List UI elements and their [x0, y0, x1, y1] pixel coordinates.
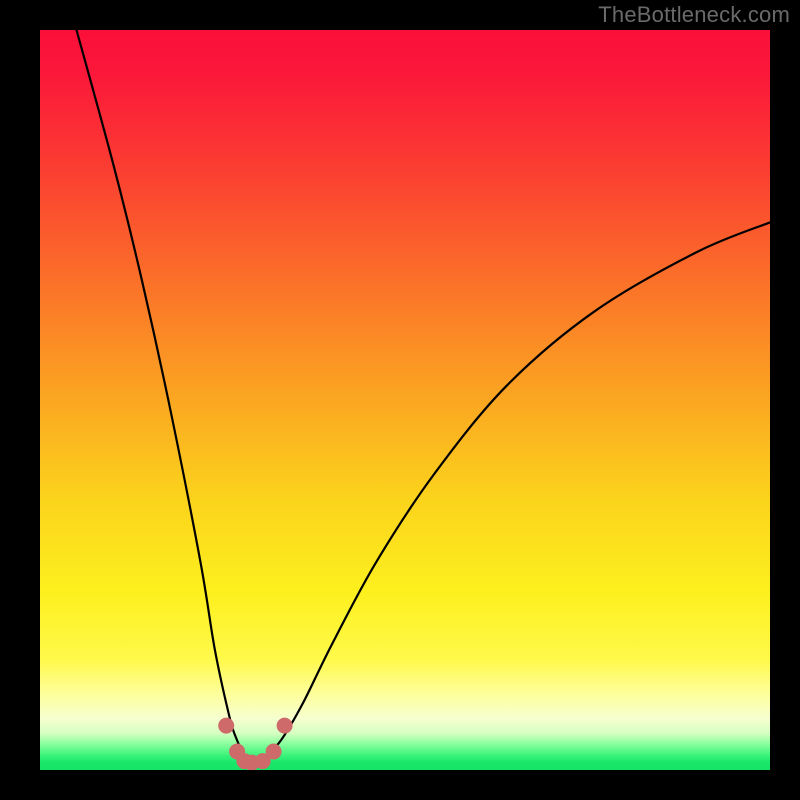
- curve-svg: [40, 30, 770, 770]
- watermark-text: TheBottleneck.com: [598, 2, 790, 28]
- trough-dot: [218, 718, 234, 734]
- trough-dot: [266, 744, 282, 760]
- trough-dot: [277, 718, 293, 734]
- bottleneck-curve-path: [77, 30, 771, 764]
- chart-frame: TheBottleneck.com: [0, 0, 800, 800]
- plot-area: [40, 30, 770, 770]
- trough-dots-group: [218, 718, 292, 770]
